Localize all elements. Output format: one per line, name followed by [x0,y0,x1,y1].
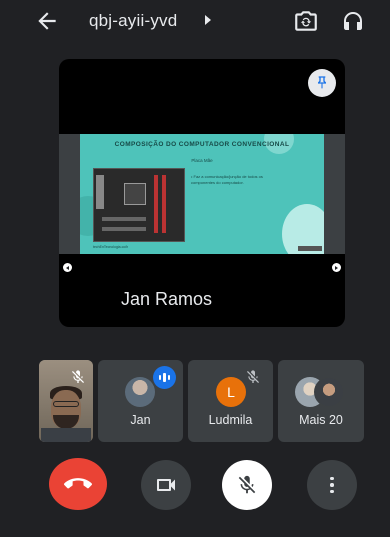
arrow-back-icon [38,12,56,30]
chevron-right-icon [335,265,338,270]
participant-tile-jan[interactable]: Jan [98,360,183,442]
shared-screen: COMPOSIÇÃO DO COMPUTADOR CONVENCIONAL Pl… [59,134,345,272]
participant-tile-ludmila[interactable]: L Ludmila [188,360,273,442]
avatar [125,377,155,407]
avatar [314,377,344,407]
call-controls [8,458,382,514]
previous-slide-button[interactable] [63,263,72,272]
pin-icon [318,76,326,89]
slide-controls [298,246,322,251]
caret-right-icon[interactable] [205,15,211,25]
more-options-button[interactable] [307,460,357,510]
meeting-code[interactable]: qbj-ayii-yvd [89,11,177,31]
mic-off-icon [238,475,256,494]
switch-camera-button[interactable] [293,8,319,34]
self-video [41,428,91,442]
slide-caption: techEnTecnologia.co/h [93,245,129,249]
presenter-name: Jan Ramos [121,289,213,309]
presentation-slide: COMPOSIÇÃO DO COMPUTADOR CONVENCIONAL Pl… [80,134,324,254]
end-call-button[interactable] [49,458,107,510]
participant-strip: Jan L Ludmila Mais 20 [8,360,382,442]
slide-title: COMPOSIÇÃO DO COMPUTADOR CONVENCIONAL [114,141,290,148]
speaking-indicator-icon [153,366,176,389]
presentation-tile[interactable]: COMPOSIÇÃO DO COMPUTADOR CONVENCIONAL Pl… [59,59,345,327]
back-button[interactable] [34,8,60,34]
mic-off-icon [242,366,264,388]
videocam-icon [157,479,175,491]
switch-camera-icon [295,11,317,31]
meet-screen: qbj-ayii-yvd COMPOSIÇÃO DO COMPUTADOR CO… [8,0,382,537]
participant-name: Jan [130,413,151,427]
pin-button[interactable] [308,69,336,97]
next-slide-button[interactable] [332,263,341,272]
microphone-toggle-button[interactable] [222,460,272,510]
more-participants-tile[interactable]: Mais 20 [278,360,364,442]
slide-bullet: • Faz a comunicação/junção de todos os c… [191,174,263,185]
participant-name: Ludmila [208,413,253,427]
top-bar: qbj-ayii-yvd [8,0,382,44]
more-participants-label: Mais 20 [299,413,343,427]
self-video-tile[interactable] [39,360,93,442]
end-call-icon [64,478,92,489]
audio-output-button[interactable] [341,9,365,33]
more-vert-icon [330,476,334,494]
self-video [53,401,79,407]
chevron-left-icon [66,265,69,270]
slide-subtitle: Placa Mãe [191,158,213,163]
mic-off-icon [67,366,89,388]
motherboard-image [93,168,185,242]
headphones-icon [344,12,362,30]
camera-toggle-button[interactable] [141,460,191,510]
